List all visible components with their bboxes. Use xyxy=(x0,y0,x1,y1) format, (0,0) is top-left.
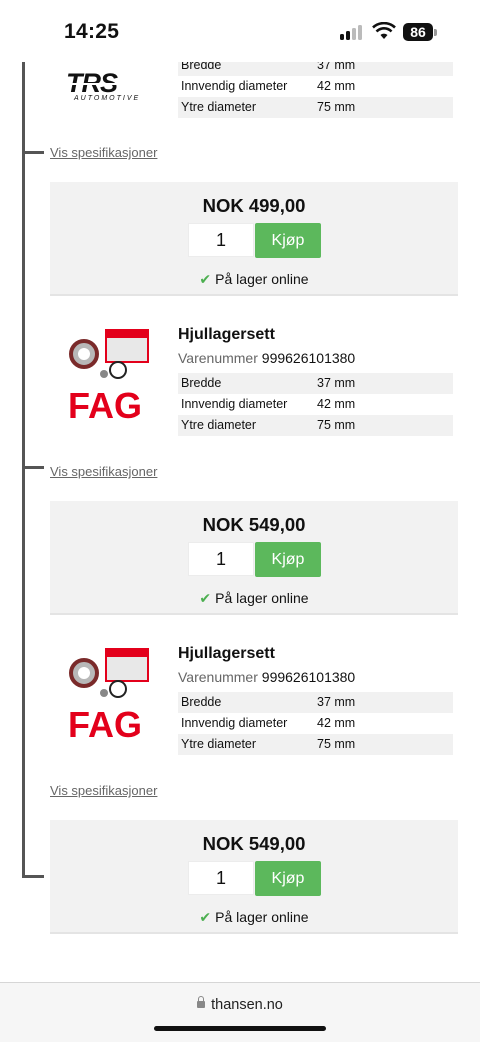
product-list: TRS AUTOMOTIVE Bredde 37 mm Innvendig dia… xyxy=(0,0,480,1041)
show-specs-link[interactable]: Vis spesifikasjoner xyxy=(50,464,157,479)
part-number: Varenummer 999626101380 xyxy=(178,350,356,366)
buy-box: NOK 499,00 1 Kjøp ✔ På lager online xyxy=(50,182,458,296)
home-indicator[interactable] xyxy=(154,1026,326,1031)
check-icon: ✔ xyxy=(199,909,212,925)
spec-row: Ytre diameter 75 mm xyxy=(178,97,453,118)
trs-logo[interactable]: TRS AUTOMOTIVE xyxy=(60,62,170,112)
battery-icon: 86 xyxy=(403,23,433,41)
quantity-input[interactable]: 1 xyxy=(188,542,254,576)
clock: 14:25 xyxy=(64,20,120,43)
spec-row: Innvendig diameter 42 mm xyxy=(181,79,356,93)
stock-status: ✔ På lager online xyxy=(199,909,309,925)
spec-table: Bredde 37 mm Innvendig diameter 42 mm Ytre… xyxy=(178,55,453,118)
buy-box: NOK 549,00 1 Kjøp ✔ På lager online xyxy=(50,501,458,615)
spec-row: Ytre diameter 75 mm xyxy=(178,415,453,436)
url-display[interactable]: thansen.no xyxy=(0,996,480,1013)
spec-table: Bredde 37 mm Innvendig diameter 42 mm Ytre… xyxy=(178,692,453,755)
product-card: FAG Hjullagersett Varenummer 99962610138… xyxy=(50,318,458,448)
part-number: Varenummer 999626101380 xyxy=(178,669,356,685)
stock-status: ✔ På lager online xyxy=(199,590,309,606)
fag-logo: FAG xyxy=(68,385,154,426)
buy-button[interactable]: Kjøp xyxy=(255,861,321,896)
fag-logo: FAG xyxy=(68,704,154,745)
buy-box: NOK 549,00 1 Kjøp ✔ På lager online xyxy=(50,820,458,934)
product-title[interactable]: Hjullagersett xyxy=(178,645,275,663)
spec-row: Ytre diameter 75 mm xyxy=(178,734,453,755)
spec-row: Innvendig diameter 42 mm xyxy=(181,716,356,730)
svg-text:FAG: FAG xyxy=(68,705,142,741)
browser-address-bar[interactable]: thansen.no xyxy=(0,982,480,1042)
product-title[interactable]: Hjullagersett xyxy=(178,326,275,344)
check-icon: ✔ xyxy=(199,271,212,287)
battery-tip xyxy=(434,29,437,36)
rail-tick xyxy=(22,151,44,154)
spec-row: Innvendig diameter 42 mm xyxy=(181,397,356,411)
product-card: FAG Hjullagersett Varenummer 99962610138… xyxy=(50,637,458,767)
cellular-signal-icon xyxy=(340,24,366,40)
status-bar: 14:25 86 xyxy=(0,0,480,62)
spec-table: Bredde 37 mm Innvendig diameter 42 mm Ytre… xyxy=(178,373,453,436)
show-specs-link[interactable]: Vis spesifikasjoner xyxy=(50,145,157,160)
quantity-input[interactable]: 1 xyxy=(188,861,254,895)
stock-status: ✔ På lager online xyxy=(199,271,309,287)
price: NOK 549,00 xyxy=(202,514,306,535)
spec-row: Bredde 37 mm xyxy=(178,692,453,713)
svg-text:AUTOMOTIVE: AUTOMOTIVE xyxy=(73,95,140,102)
check-icon: ✔ xyxy=(199,590,212,606)
quantity-input[interactable]: 1 xyxy=(188,223,254,257)
buy-button[interactable]: Kjøp xyxy=(255,223,321,258)
rail-tick xyxy=(22,875,44,878)
spec-row: Bredde 37 mm xyxy=(178,373,453,394)
lock-icon xyxy=(197,996,206,1008)
price: NOK 549,00 xyxy=(202,833,306,854)
rail-tick xyxy=(22,466,44,469)
buy-button[interactable]: Kjøp xyxy=(255,542,321,577)
wifi-icon xyxy=(372,21,396,40)
price: NOK 499,00 xyxy=(202,195,306,216)
show-specs-link[interactable]: Vis spesifikasjoner xyxy=(50,783,157,798)
svg-text:FAG: FAG xyxy=(68,386,142,422)
group-rail xyxy=(22,62,25,878)
